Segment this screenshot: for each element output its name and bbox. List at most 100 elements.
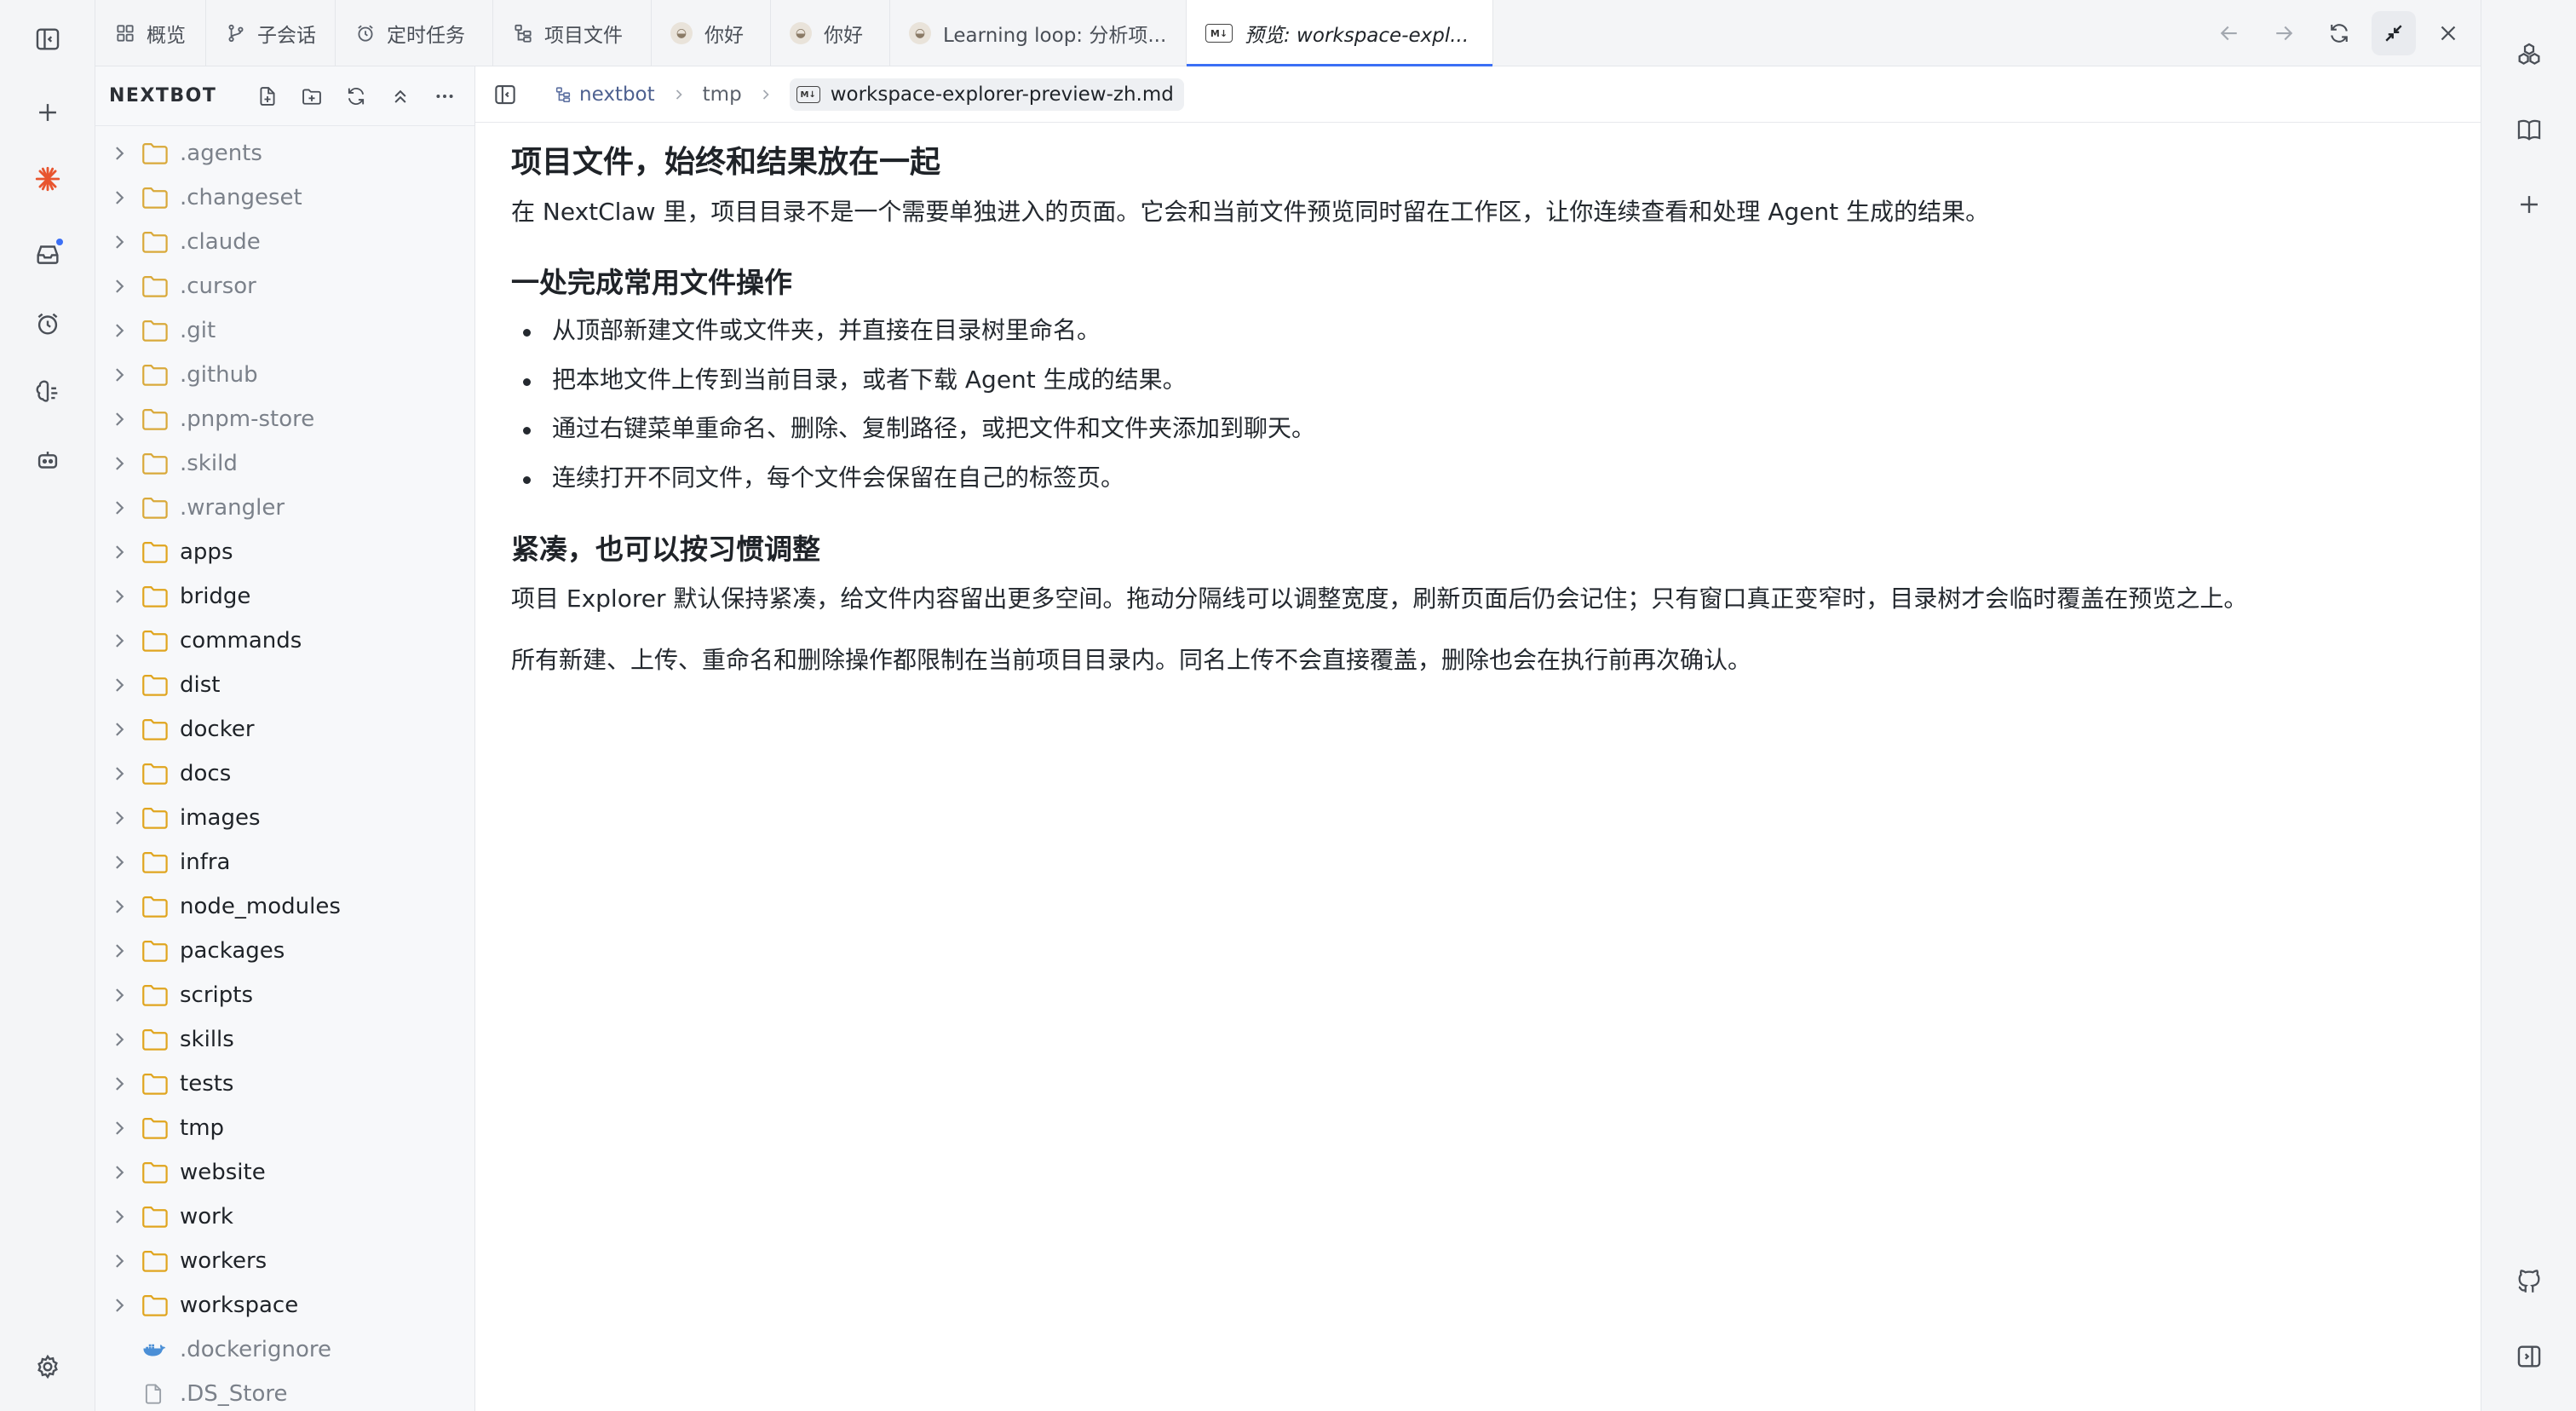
tree-item-label: .changeset [180,185,302,210]
agents-button[interactable] [26,438,70,482]
tab-session-hello-2[interactable]: ◒ 你好 [771,0,890,66]
tree-folder-row[interactable]: website [95,1150,475,1195]
tree-folder-row[interactable]: docs [95,752,475,796]
breadcrumb-folder[interactable]: tmp [703,84,742,106]
tree-folder-row[interactable]: scripts [95,973,475,1017]
breadcrumb-root[interactable]: nextbot [554,84,655,106]
tree-folder-row[interactable]: workspace [95,1283,475,1327]
toggle-sidebar-button[interactable] [26,17,70,61]
chevron-right-icon [116,767,124,780]
tab-label: 子会话 [257,25,316,47]
tree-folder-row[interactable]: tmp [95,1106,475,1150]
folder-icon [142,542,168,563]
list-item: 从顶部新建文件或文件夹，并直接在目录树里命名。 [511,314,2453,348]
tree-folder-row[interactable]: docker [95,707,475,752]
tab-session-learning-loop[interactable]: ◒ Learning loop: 分析项... [890,0,1187,66]
toggle-explorer-button[interactable] [487,77,523,112]
tree-item-label: .skild [180,451,238,476]
tree-item-label: .agents [180,141,262,166]
refresh-explorer-button[interactable] [338,78,374,114]
tree-folder-row[interactable]: .pnpm-store [95,397,475,441]
tab-subsessions[interactable]: 子会话 [206,0,336,66]
tree-folder-row[interactable]: node_modules [95,884,475,929]
tree-item-label: apps [180,539,233,565]
tree-folder-row[interactable]: .cursor [95,264,475,308]
tree-folder-row[interactable]: .skild [95,441,475,486]
tab-session-hello-1[interactable]: ◒ 你好 [652,0,771,66]
breadcrumb-file-label: workspace-explorer-preview-zh.md [830,84,1174,106]
tree-item-label: .git [180,318,216,343]
tree-folder-row[interactable]: commands [95,619,475,663]
settings-button[interactable] [26,1345,70,1389]
close-button[interactable] [2426,11,2470,55]
tree-folder-row[interactable]: tests [95,1062,475,1106]
folder-icon [142,232,168,253]
github-button[interactable] [2507,1259,2551,1304]
brand-button[interactable] [26,157,70,201]
forward-button[interactable] [2262,11,2306,55]
folder-icon [142,675,168,696]
tree-folder-row[interactable]: work [95,1195,475,1239]
minimize-icon [2385,25,2402,42]
new-file-button[interactable] [250,78,285,114]
tree-item-label: commands [180,628,302,654]
tree-folder-row[interactable]: .github [95,353,475,397]
tree-folder-row[interactable]: .claude [95,220,475,264]
tab-bar: 概览 子会话 定时任务 项目文件 ◒ 你好 ◒ 你好 ◒ Learning lo… [95,0,2481,66]
tab-overview[interactable]: 概览 [95,0,206,66]
doc-heading-3: 紧凑，也可以按习惯调整 [511,532,820,566]
docs-button[interactable] [2507,107,2551,152]
back-button[interactable] [2207,11,2251,55]
tree-file-row[interactable]: .dockerignore [95,1327,475,1372]
tab-label: 定时任务 [387,25,465,47]
skills-button[interactable] [26,370,70,414]
chevron-right-icon [116,279,124,293]
scheduled-tasks-button[interactable] [26,302,70,346]
new-folder-button[interactable] [294,78,330,114]
file-icon [145,1384,162,1404]
tree-file-row[interactable]: .DS_Store [95,1372,475,1411]
add-panel-button[interactable] [2507,182,2551,227]
tree-item-label: work [180,1204,233,1230]
tab-project-files[interactable]: 项目文件 [493,0,652,66]
brain-icon [36,380,58,402]
tree-folder-row[interactable]: apps [95,530,475,574]
tree-item-label: bridge [180,584,251,609]
folder-icon [142,1162,168,1184]
tree-item-label: website [180,1160,266,1185]
tree-folder-row[interactable]: .agents [95,131,475,176]
folder-icon [142,985,168,1006]
tab-label: 项目文件 [544,25,623,47]
tree-folder-row[interactable]: .git [95,308,475,353]
tree-folder-row[interactable]: .changeset [95,176,475,220]
tree-folder-row[interactable]: packages [95,929,475,973]
folder-icon [142,631,168,652]
refresh-button[interactable] [2317,11,2361,55]
file-tree: .agents .changeset .claude .cursor .git .gith… [95,131,475,1411]
tree-folder-row[interactable]: .wrangler [95,486,475,530]
new-session-button[interactable] [26,90,70,135]
markdown-icon: M↓ [1205,24,1233,43]
doc-paragraph-3: 所有新建、上传、重命名和删除操作都限制在当前项目目录内。同名上传不会直接覆盖，删… [511,646,1752,675]
tree-folder-row[interactable]: dist [95,663,475,707]
markdown-icon: M↓ [796,86,820,103]
folder-icon [142,276,168,297]
more-options-button[interactable] [427,78,463,114]
tree-folder-row[interactable]: bridge [95,574,475,619]
tree-folder-row[interactable]: skills [95,1017,475,1062]
workspace-panel-button[interactable] [2507,32,2551,77]
collapse-all-button[interactable] [382,78,418,114]
tree-folder-row[interactable]: workers [95,1239,475,1283]
breadcrumb-current-file[interactable]: M↓ workspace-explorer-preview-zh.md [789,78,1184,111]
toggle-right-panel-button[interactable] [2507,1334,2551,1379]
tree-folder-row[interactable]: images [95,796,475,840]
tab-label: Learning loop: 分析项... [943,25,1167,47]
tab-label: 预览: workspace-expl... [1245,25,1469,47]
tab-preview-file[interactable]: M↓ 预览: workspace-expl... [1187,0,1493,66]
tree-folder-row[interactable]: infra [95,840,475,884]
chevron-right-icon [116,545,124,559]
inbox-button[interactable] [26,232,70,276]
tab-scheduled-tasks[interactable]: 定时任务 [336,0,493,66]
chevron-right-icon [116,988,124,1002]
collapse-button[interactable] [2372,11,2416,55]
